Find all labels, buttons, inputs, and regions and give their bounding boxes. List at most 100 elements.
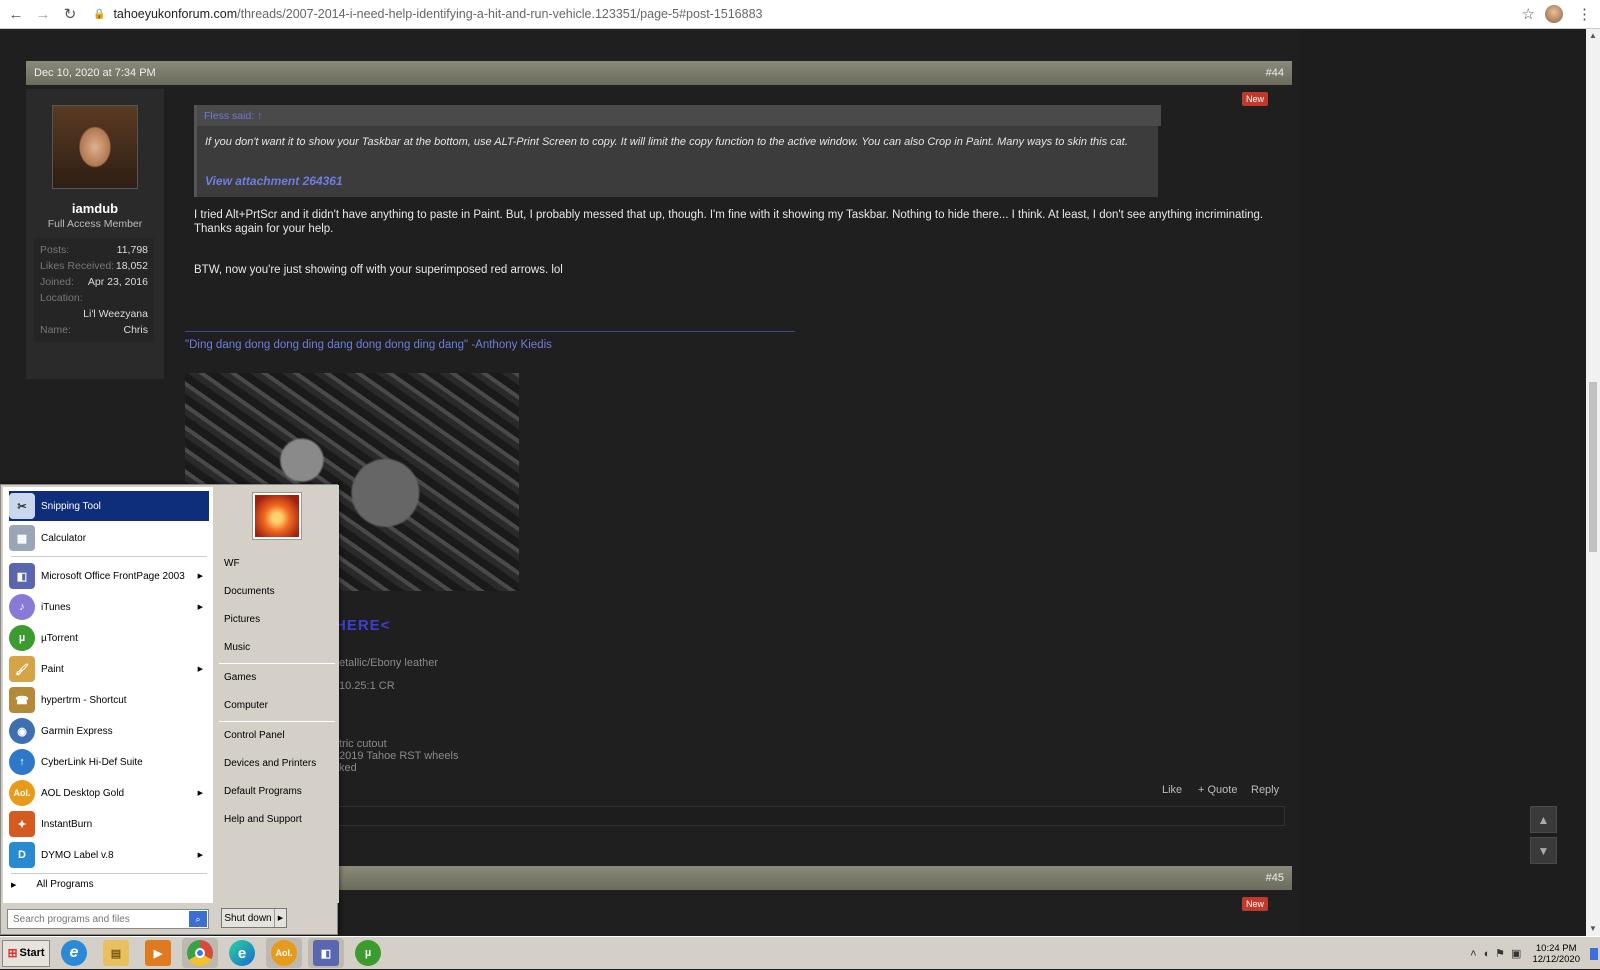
taskbar-internet-explorer[interactable]: e <box>56 938 92 968</box>
back-icon[interactable]: ← <box>5 3 27 25</box>
taskbar-aol[interactable]: Aol. <box>266 938 302 968</box>
place-help-support[interactable]: Help and Support <box>224 814 302 825</box>
taskbar-frontpage[interactable]: ◧ <box>308 938 344 968</box>
place-computer[interactable]: Computer <box>224 700 268 711</box>
calculator-icon: ▦ <box>9 525 35 551</box>
program-paint[interactable]: 🖌 Paint ▶ <box>9 654 209 684</box>
program-dymo[interactable]: D DYMO Label v.8 ▶ <box>9 840 209 870</box>
signature-line: ked <box>339 762 357 774</box>
forward-icon[interactable]: → <box>32 3 54 25</box>
shutdown-options-arrow-icon[interactable]: ▶ <box>274 909 286 927</box>
program-utorrent[interactable]: µ µTorrent <box>9 623 209 653</box>
scroll-up-arrow-icon[interactable]: ▲ <box>1586 29 1600 43</box>
place-wf[interactable]: WF <box>224 558 240 569</box>
program-calculator[interactable]: ▦ Calculator <box>9 523 209 553</box>
program-cyberlink[interactable]: ↑ CyberLink Hi-Def Suite <box>9 747 209 777</box>
program-label: µTorrent <box>41 632 78 644</box>
program-hypertrm[interactable]: ☎ hypertrm - Shortcut <box>9 685 209 715</box>
scroll-down-arrow-icon[interactable]: ▼ <box>1586 922 1600 936</box>
user-picture[interactable] <box>253 493 301 539</box>
place-devices-printers[interactable]: Devices and Printers <box>224 758 316 769</box>
stat-value: 18,052 <box>115 260 148 272</box>
program-snipping-tool[interactable]: ✂ Snipping Tool <box>9 491 209 521</box>
profile-avatar[interactable] <box>1545 5 1563 23</box>
search-input[interactable] <box>8 913 189 925</box>
scrollbar-thumb[interactable] <box>1589 382 1597 552</box>
message-paragraph: BTW, now you're just showing off with yo… <box>194 264 563 276</box>
shutdown-button[interactable]: Shut down ▶ <box>221 908 287 928</box>
stat-label: Posts: <box>40 244 70 256</box>
program-frontpage[interactable]: ◧ Microsoft Office FrontPage 2003 ▶ <box>9 561 209 591</box>
user-panel: iamdub Full Access Member Posts: 11,798 L… <box>26 89 164 379</box>
scroll-up-button[interactable]: ▲ <box>1530 806 1557 833</box>
username[interactable]: iamdub <box>26 201 164 216</box>
show-desktop-button[interactable] <box>1590 947 1598 960</box>
quote-button[interactable]: + Quote <box>1198 784 1237 796</box>
taskbar-media-player[interactable]: ▶ <box>140 938 176 968</box>
start-button[interactable]: ⊞ Start <box>2 939 50 967</box>
program-label: hypertrm - Shortcut <box>41 694 127 706</box>
start-label: Start <box>19 947 45 959</box>
page-scrollbar[interactable]: ▲ ▼ <box>1586 29 1600 936</box>
show-hidden-icons-icon[interactable]: ˄ <box>1470 948 1476 960</box>
attachment-link[interactable]: View attachment 264361 <box>205 174 343 188</box>
quote-author[interactable]: Fless said: ↑ <box>197 105 1161 126</box>
system-clock[interactable]: 10:24 PM 12/12/2020 <box>1532 943 1580 965</box>
address-bar[interactable]: 🔒 tahoeyukonforum.com/threads/2007-2014-… <box>93 7 1522 21</box>
program-label: Garmin Express <box>41 725 113 737</box>
menu-kebab-icon[interactable]: ⋮ <box>1577 5 1592 23</box>
submenu-arrow-icon: ▶ <box>197 666 203 673</box>
taskbar: ⊞ Start e ▤ ▶ e Aol. ◧ µ ˄ ◖ ⚑ ▣ 10:24 P… <box>0 936 1600 969</box>
stat-label: Name: <box>40 324 71 336</box>
program-aol[interactable]: Aol. AOL Desktop Gold ▶ <box>9 778 209 808</box>
program-itunes[interactable]: ♪ iTunes ▶ <box>9 592 209 622</box>
post-date[interactable]: Dec 10, 2020 at 7:34 PM <box>34 67 156 79</box>
program-instantburn[interactable]: ✦ InstantBurn <box>9 809 209 839</box>
taskbar-file-explorer[interactable]: ▤ <box>98 938 134 968</box>
itunes-icon: ♪ <box>9 594 35 620</box>
garmin-icon: ◉ <box>9 718 35 744</box>
post-number[interactable]: #44 <box>1266 67 1284 79</box>
aol-icon: Aol. <box>9 780 35 806</box>
media-player-icon: ▶ <box>145 940 171 966</box>
taskbar-chrome[interactable] <box>182 938 218 968</box>
comment-bar[interactable] <box>335 806 1285 826</box>
place-control-panel[interactable]: Control Panel <box>224 730 285 741</box>
signature-line: 2019 Tahoe RST wheels <box>339 750 459 762</box>
user-avatar[interactable] <box>52 105 138 189</box>
hyperterminal-icon: ☎ <box>9 687 35 713</box>
reply-button[interactable]: Reply <box>1251 784 1279 796</box>
network-icon[interactable]: ▣ <box>1511 947 1521 960</box>
program-label: iTunes <box>41 601 71 613</box>
place-documents[interactable]: Documents <box>224 586 275 597</box>
taskbar-utorrent[interactable]: µ <box>350 938 386 968</box>
place-games[interactable]: Games <box>224 672 256 683</box>
signature-quote[interactable]: "Ding dang dong dong ding dang dong dong… <box>185 339 552 351</box>
place-default-programs[interactable]: Default Programs <box>224 786 302 797</box>
signature-line: tric cutout <box>339 738 387 750</box>
post-number[interactable]: #45 <box>1266 872 1284 884</box>
scroll-down-button[interactable]: ▼ <box>1530 837 1557 864</box>
bookmark-star-icon[interactable]: ☆ <box>1522 5 1535 23</box>
action-center-flag-icon[interactable]: ⚑ <box>1495 947 1505 960</box>
frontpage-icon: ◧ <box>9 563 35 589</box>
submenu-arrow-icon: ▶ <box>197 604 203 611</box>
lock-icon: 🔒 <box>93 8 106 20</box>
stat-value: Chris <box>123 324 148 336</box>
search-icon[interactable]: ⌕ <box>189 911 207 927</box>
clock-time: 10:24 PM <box>1535 942 1577 954</box>
place-music[interactable]: Music <box>224 642 250 653</box>
volume-icon[interactable]: ◖ <box>1483 948 1490 960</box>
place-pictures[interactable]: Pictures <box>224 614 260 625</box>
reload-icon[interactable]: ↻ <box>59 3 81 25</box>
like-button[interactable]: Like <box>1162 784 1182 796</box>
instantburn-icon: ✦ <box>9 811 35 837</box>
stat-label: Joined: <box>40 276 74 288</box>
program-label: Calculator <box>41 532 87 544</box>
utorrent-icon: µ <box>355 940 381 966</box>
program-garmin[interactable]: ◉ Garmin Express <box>9 716 209 746</box>
all-programs-button[interactable]: ▶ All Programs <box>11 879 94 890</box>
taskbar-edge[interactable]: e <box>224 938 260 968</box>
signature-here-link[interactable]: HERE< <box>335 617 390 634</box>
stat-value: 11,798 <box>116 244 148 256</box>
